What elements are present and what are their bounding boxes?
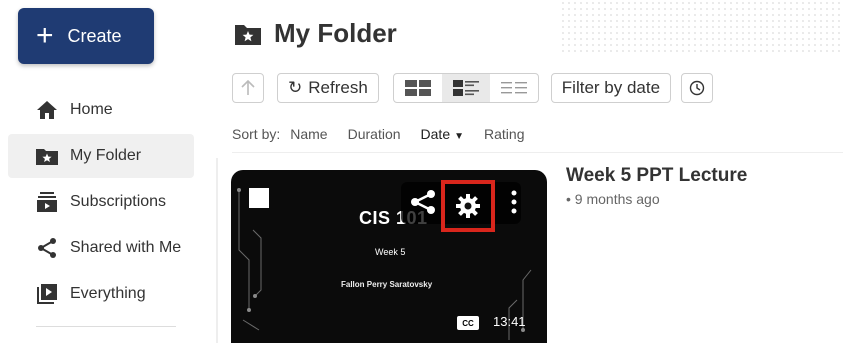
subscriptions-icon [34, 191, 60, 213]
sidebar-item-shared-with-me[interactable]: Shared with Me [8, 226, 194, 270]
caret-down-icon: ▼ [454, 131, 465, 142]
folder-star-icon [234, 22, 262, 46]
arrow-up-icon [241, 80, 255, 95]
sidebar-item-label: Home [70, 101, 113, 118]
create-button[interactable]: + Create [18, 8, 154, 64]
sidebar-item-my-folder[interactable]: My Folder [8, 134, 194, 178]
sort-by-label: Sort by: [232, 126, 281, 142]
refresh-icon: ↻ [288, 78, 303, 97]
sort-divider [232, 152, 843, 153]
thumbnail-week-text: Week 5 [375, 247, 406, 257]
share-button[interactable] [407, 186, 439, 218]
sidebar-item-subscriptions[interactable]: Subscriptions [8, 180, 194, 224]
share-icon [34, 237, 60, 259]
select-checkbox[interactable] [249, 188, 269, 208]
sidebar-item-label: Everything [70, 285, 146, 302]
sort-bar: Sort by: Name Duration Date ▼ Rating [232, 126, 544, 142]
view-mode-group [392, 73, 539, 103]
filter-by-date-button[interactable]: Filter by date [550, 73, 672, 103]
sidebar-item-label: Shared with Me [70, 239, 182, 256]
up-button[interactable] [232, 73, 264, 103]
sort-option-duration[interactable]: Duration [348, 126, 401, 142]
header-background-texture [560, 0, 843, 56]
settings-button[interactable] [441, 180, 495, 232]
sidebar-item-label: Subscriptions [70, 193, 167, 210]
folder-star-icon [34, 145, 60, 167]
sidebar-item-label: My Folder [70, 147, 142, 164]
refresh-button[interactable]: ↻ Refresh [277, 73, 379, 103]
sidebar-divider [36, 326, 176, 327]
thumbnail-author-text: Fallon Perry Saratovsky [341, 280, 433, 289]
sidebar-item-everything[interactable]: Everything [8, 272, 194, 316]
closed-captions-icon: CC [457, 316, 479, 330]
video-title-link[interactable]: Week 5 PPT Lecture [566, 165, 747, 187]
page-title: My Folder [234, 18, 397, 49]
share-icon [411, 190, 435, 214]
sidebar-nav: Home My Folder Subscriptions Shared with… [8, 88, 194, 318]
kebab-menu-icon [511, 190, 517, 214]
grid-view-icon [404, 80, 431, 96]
grid-view-button[interactable] [394, 74, 442, 102]
create-button-label: Create [67, 25, 122, 46]
video-duration: 13:41 [493, 314, 526, 329]
content-divider [216, 158, 218, 343]
video-thumbnail[interactable]: CIS 101 Week 5 Fallon Perry Saratovsky C… [231, 170, 547, 343]
home-icon [34, 99, 60, 121]
compact-list-view-button[interactable] [490, 74, 538, 102]
play-library-icon [34, 283, 60, 305]
page-title-text: My Folder [274, 18, 397, 48]
filter-by-date-label: Filter by date [561, 78, 661, 97]
sort-option-date-label: Date [420, 126, 451, 142]
more-options-button[interactable] [507, 188, 521, 216]
gear-icon [456, 194, 480, 218]
video-upload-age: • 9 months ago [566, 191, 660, 207]
plus-icon: + [36, 19, 54, 52]
recent-history-button[interactable] [681, 73, 714, 103]
sort-option-date[interactable]: Date ▼ [421, 126, 464, 142]
compact-list-view-icon [500, 82, 527, 94]
sort-option-rating[interactable]: Rating [484, 126, 524, 142]
detail-list-view-button[interactable] [441, 74, 490, 102]
clock-icon [689, 80, 705, 96]
toolbar: ↻ Refresh Filter by date [232, 72, 714, 104]
sidebar: + Create Home My Folder Subscriptions Sh… [0, 0, 210, 343]
sidebar-item-home[interactable]: Home [8, 88, 194, 132]
refresh-button-label: Refresh [308, 78, 368, 97]
sort-option-name[interactable]: Name [290, 126, 327, 142]
detail-list-view-icon [452, 80, 479, 96]
